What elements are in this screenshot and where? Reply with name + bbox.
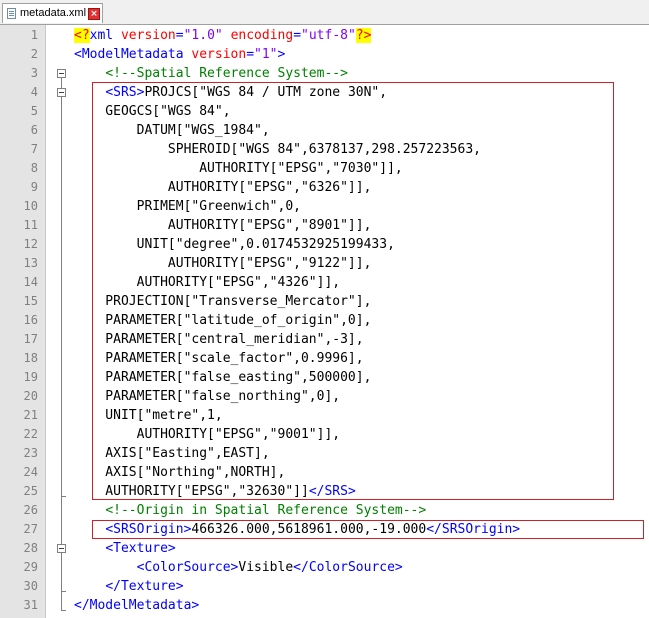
- line-number: 1: [30, 28, 38, 42]
- srs-highlight-box: [92, 82, 614, 500]
- line-number: 2: [30, 47, 38, 61]
- line-number: 4: [30, 85, 38, 99]
- line-number: 22: [23, 427, 38, 441]
- line-number: 26: [23, 503, 38, 517]
- code-token: <ModelMetadata: [74, 47, 184, 62]
- fold-toggle-icon[interactable]: [57, 544, 66, 553]
- code-token: </Texture>: [105, 579, 184, 594]
- editor-window: metadata.xml × 1 <?xml version="1.0" enco…: [0, 0, 649, 618]
- line-number: 23: [23, 446, 38, 460]
- fold-guide: [61, 78, 62, 611]
- line-number: 12: [23, 237, 38, 251]
- line-number: 19: [23, 370, 38, 384]
- line-number: 9: [30, 180, 38, 194]
- code-token: =: [246, 47, 255, 62]
- code-line[interactable]: 28 <Texture>: [0, 539, 649, 558]
- code-line[interactable]: 2 <ModelMetadata version="1">: [0, 45, 649, 64]
- code-token: version: [191, 47, 247, 62]
- code-text: <?xml version="1.0" encoding="utf-8"?>: [74, 26, 372, 45]
- code-token: Visible: [238, 560, 294, 575]
- code-token: encoding: [230, 28, 294, 43]
- fold-end-marker: [61, 610, 66, 611]
- code-token: xml: [89, 28, 114, 43]
- line-number: 29: [23, 560, 38, 574]
- fold-toggle-icon[interactable]: [57, 88, 66, 97]
- code-line[interactable]: 1 <?xml version="1.0" encoding="utf-8"?>: [0, 26, 649, 45]
- code-token: "1": [254, 47, 278, 62]
- line-number: 18: [23, 351, 38, 365]
- line-number: 13: [23, 256, 38, 270]
- line-number: 6: [30, 123, 38, 137]
- code-text: <ColorSource>Visible</ColorSource>: [74, 558, 403, 577]
- code-token: version: [120, 28, 176, 43]
- line-number: 31: [23, 598, 38, 612]
- fold-toggle-icon[interactable]: [57, 69, 66, 78]
- code-token: <!--Origin in Spatial Reference System--…: [105, 503, 427, 518]
- file-icon: [7, 8, 16, 19]
- code-text: </ModelMetadata>: [74, 596, 199, 615]
- line-number: 24: [23, 465, 38, 479]
- code-editor[interactable]: 1 <?xml version="1.0" encoding="utf-8"?> 2…: [0, 25, 649, 618]
- line-number: 30: [23, 579, 38, 593]
- code-token: <ColorSource>: [136, 560, 239, 575]
- line-number: 14: [23, 275, 38, 289]
- line-number: 5: [30, 104, 38, 118]
- line-number: 27: [23, 522, 38, 536]
- code-line[interactable]: 30 </Texture>: [0, 577, 649, 596]
- code-text: <!--Spatial Reference System-->: [74, 64, 348, 83]
- code-token: >: [277, 47, 286, 62]
- code-token: </ColorSource>: [293, 560, 403, 575]
- code-token: <?: [74, 28, 90, 43]
- line-number: 15: [23, 294, 38, 308]
- line-number: 28: [23, 541, 38, 555]
- line-number: 3: [30, 66, 38, 80]
- tab-metadata-xml[interactable]: metadata.xml ×: [2, 3, 103, 23]
- code-token: <!--Spatial Reference System-->: [105, 66, 348, 81]
- line-number: 25: [23, 484, 38, 498]
- code-line[interactable]: 29 <ColorSource>Visible</ColorSource>: [0, 558, 649, 577]
- code-text: <!--Origin in Spatial Reference System--…: [74, 501, 426, 520]
- line-number: 11: [23, 218, 38, 232]
- code-token: =: [293, 28, 302, 43]
- fold-end-marker: [61, 591, 66, 592]
- code-text: </Texture>: [74, 577, 184, 596]
- code-token: =: [175, 28, 184, 43]
- tab-title: metadata.xml: [20, 7, 87, 19]
- code-line[interactable]: 3 <!--Spatial Reference System-->: [0, 64, 649, 83]
- line-number: 7: [30, 142, 38, 156]
- code-token: ?>: [355, 28, 372, 43]
- code-line[interactable]: 31 </ModelMetadata>: [0, 596, 649, 615]
- srs-origin-highlight-box: [92, 520, 644, 539]
- code-token: </ModelMetadata>: [74, 598, 200, 613]
- line-number: 16: [23, 313, 38, 327]
- code-text: <Texture>: [74, 539, 176, 558]
- line-number: 10: [23, 199, 38, 213]
- code-token: <Texture>: [105, 541, 176, 556]
- line-number: 20: [23, 389, 38, 403]
- tab-bar: metadata.xml ×: [0, 0, 649, 25]
- code-token: "1.0": [183, 28, 223, 43]
- line-number: 17: [23, 332, 38, 346]
- fold-end-marker: [61, 496, 66, 497]
- code-text: <ModelMetadata version="1">: [74, 45, 285, 64]
- line-number: 8: [30, 161, 38, 175]
- line-number: 21: [23, 408, 38, 422]
- code-token: "utf-8": [301, 28, 356, 43]
- code-line[interactable]: 26 <!--Origin in Spatial Reference Syste…: [0, 501, 649, 520]
- close-icon[interactable]: ×: [88, 8, 100, 20]
